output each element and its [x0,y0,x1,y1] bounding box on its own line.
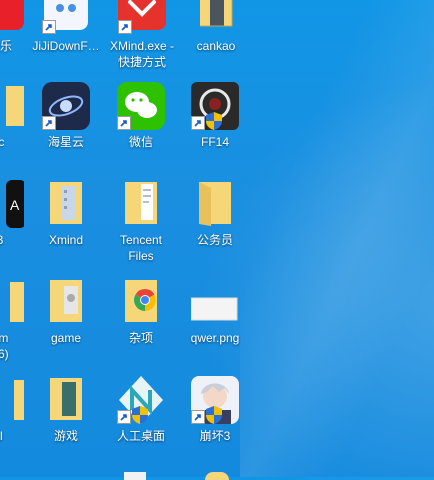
icon-label: JiJiDownF… [32,39,100,53]
folder-icon [117,278,165,326]
shortcut-arrow-icon [42,20,56,34]
uac-shield-icon [132,406,148,424]
partial-folder-icon[interactable] [205,472,229,480]
folder-icon [191,180,239,228]
shortcut-arrow-icon [117,116,131,130]
partial-file-icon[interactable] [124,472,146,480]
icon-label: cankao [196,39,236,53]
shortcut-arrow-icon [117,410,131,424]
folder-icon [0,82,24,130]
folder-icon [192,0,240,34]
icon-label: 崩坏3 [199,429,231,443]
icon-label: qwer.png [190,331,240,345]
shortcut-arrow-icon [118,20,132,34]
folder-icon [0,278,24,326]
shortcut-arrow-icon [191,116,205,130]
music-app-icon [0,0,24,34]
icon-label: 公务员 [196,233,233,247]
folder-icon [117,180,165,228]
uac-shield-icon [206,406,222,424]
image-file-icon [190,278,239,326]
folder-icon [42,180,90,228]
game-app-icon: A [0,180,26,228]
shortcut-arrow-icon [191,410,205,424]
shortcut-arrow-icon [42,116,56,130]
folder-icon [0,376,24,424]
folder-icon [42,278,90,326]
svg-text:A: A [10,197,20,213]
icon-label: FF14 [200,135,229,149]
folder-icon [42,376,90,424]
uac-shield-icon [206,112,222,130]
